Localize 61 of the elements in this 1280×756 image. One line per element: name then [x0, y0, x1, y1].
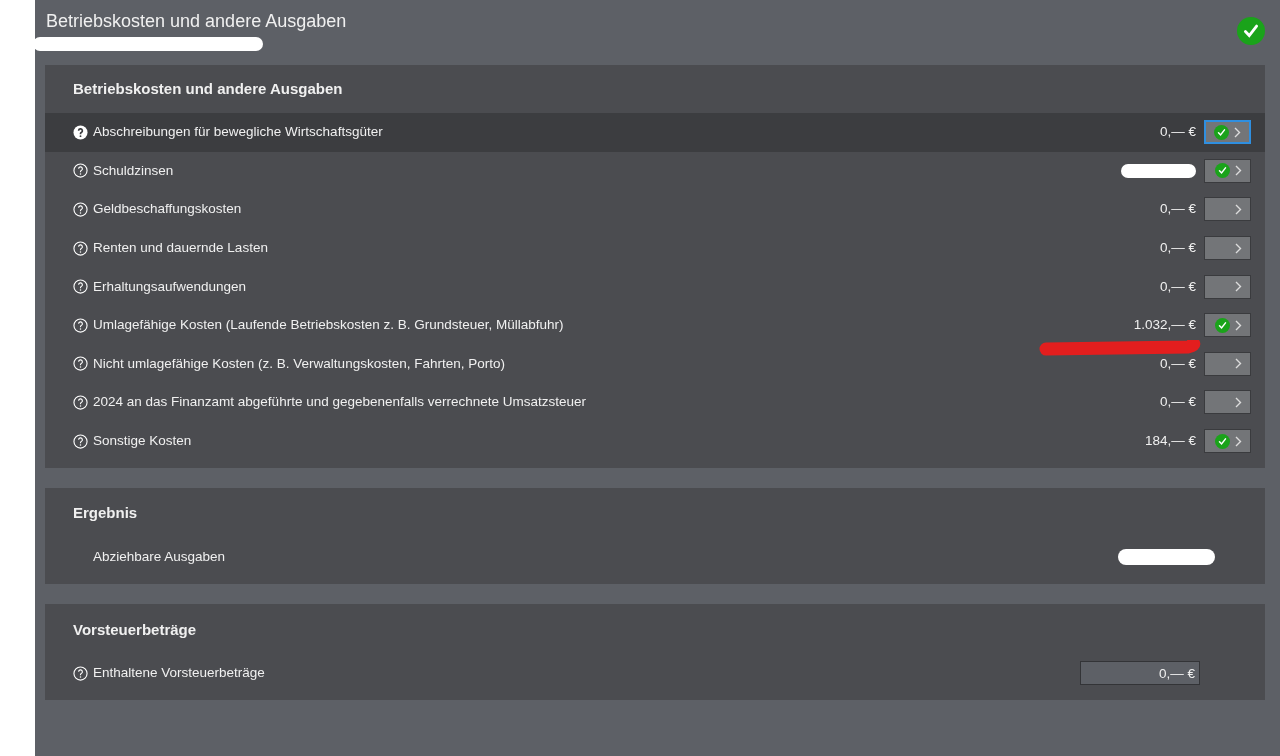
help-icon[interactable] — [73, 433, 88, 449]
row-label: 2024 an das Finanzamt abgeführte und gegebenenfalls verrechnete Umsatzsteuer — [93, 393, 587, 412]
cost-row[interactable]: Sonstige Kosten 184,— € — [45, 421, 1265, 461]
detail-button[interactable] — [1204, 390, 1251, 415]
chevron-right-icon — [1235, 319, 1242, 331]
row-label: Geldbeschaffungskosten — [93, 200, 242, 219]
row-label: Erhaltungsaufwendungen — [93, 277, 247, 296]
help-icon[interactable] — [73, 394, 88, 410]
detail-button[interactable] — [1204, 236, 1251, 261]
amount: 0,— € — [1159, 354, 1196, 373]
row-label: Sonstige Kosten — [93, 431, 192, 450]
detail-button[interactable] — [1204, 351, 1251, 376]
panel-title: Ergebnis — [72, 503, 139, 524]
amount: 0,— € — [1159, 200, 1196, 219]
help-icon[interactable] — [73, 240, 88, 256]
cost-row[interactable]: Nicht umlagefähige Kosten (z. B. Verwaltungskosten, Fahrten, Porto) 0,— € — [45, 344, 1265, 384]
amount: 1.032,— € — [1133, 316, 1196, 335]
chevron-right-icon — [1235, 435, 1242, 447]
help-icon[interactable] — [73, 665, 88, 681]
help-icon[interactable] — [73, 163, 88, 179]
amount: 0,— € — [1159, 277, 1196, 296]
chevron-right-icon — [1234, 126, 1241, 138]
cost-row[interactable]: Geldbeschaffungskosten 0,— € — [45, 190, 1265, 229]
help-icon[interactable] — [73, 124, 88, 140]
panel-title: Vorsteuerbeträge — [72, 620, 198, 641]
amount-field[interactable]: 0,— € — [1080, 661, 1200, 686]
amount: 184,— € — [1144, 431, 1196, 450]
help-icon[interactable] — [73, 356, 88, 372]
chevron-right-icon — [1235, 242, 1242, 254]
chevron-right-icon — [1235, 165, 1242, 177]
detail-button[interactable] — [1204, 313, 1251, 338]
row-label: Abschreibungen für bewegliche Wirtschaftsgüter — [93, 123, 383, 142]
cost-row[interactable]: Umlagefähige Kosten (Laufende Betriebskosten z. B. Grundsteuer, Müllabfuhr) 1.032,— € — [45, 305, 1265, 345]
help-icon[interactable] — [73, 202, 88, 217]
row-label: Umlagefähige Kosten (Laufende Betriebskosten z. B. Grundsteuer, Müllabfuhr) — [93, 316, 564, 335]
row-label: Schuldzinsen — [93, 161, 174, 180]
row-label: Nicht umlagefähige Kosten (z. B. Verwaltungskosten, Fahrten, Porto) — [93, 354, 505, 373]
detail-button[interactable] — [1204, 158, 1251, 183]
detail-button[interactable] — [1204, 274, 1251, 299]
page-title: Betriebskosten und andere Ausgaben — [46, 10, 347, 33]
detail-button[interactable] — [1204, 120, 1251, 145]
cost-row[interactable]: Schuldzinsen — [45, 151, 1265, 191]
chevron-right-icon — [1235, 358, 1242, 370]
help-icon[interactable] — [73, 317, 88, 333]
detail-button[interactable] — [1204, 429, 1251, 454]
cost-row[interactable]: 2024 an das Finanzamt abgeführte und gegebenenfalls verrechnete Umsatzsteuer 0,— € — [45, 383, 1265, 422]
chevron-right-icon — [1235, 281, 1242, 293]
help-icon[interactable] — [73, 279, 88, 295]
chevron-right-icon — [1235, 396, 1242, 408]
row-label: Abziehbare Ausgaben — [93, 548, 226, 567]
cost-row[interactable]: Abschreibungen für bewegliche Wirtschaftsgüter 0,— € — [45, 113, 1265, 152]
amount: 0,— € — [1159, 393, 1196, 412]
cost-row[interactable]: Renten und dauernde Lasten 0,— € — [45, 228, 1265, 268]
amount: 0,— € — [1159, 123, 1196, 142]
detail-button[interactable] — [1204, 197, 1251, 222]
amount: 0,— € — [1159, 238, 1196, 257]
panel-title: Betriebskosten und andere Ausgaben — [72, 78, 344, 99]
chevron-right-icon — [1235, 204, 1242, 215]
cost-row[interactable]: Erhaltungsaufwendungen 0,— € — [45, 267, 1265, 306]
row-label: Renten und dauernde Lasten — [93, 238, 268, 257]
row-label: Enthaltene Vorsteuerbeträge — [93, 664, 265, 683]
